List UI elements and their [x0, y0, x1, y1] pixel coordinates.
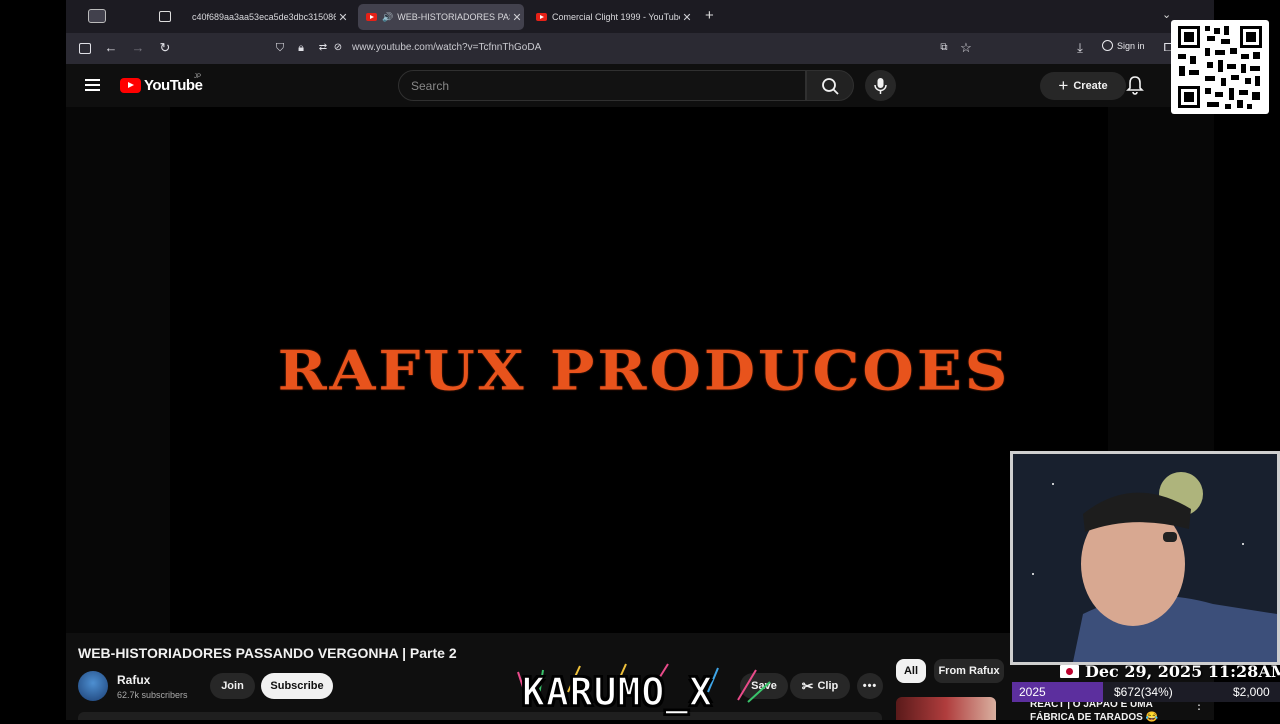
- recommended-thumbnail[interactable]: [896, 697, 996, 720]
- microphone-icon: [874, 78, 887, 94]
- stream-datetime: Dec 29, 2025 11:28AM: [1060, 662, 1280, 681]
- join-button[interactable]: Join: [210, 673, 255, 699]
- subscriber-count: 62.7k subscribers: [117, 690, 188, 700]
- chip-all[interactable]: All: [896, 659, 926, 683]
- tab-overview-icon[interactable]: [159, 11, 171, 22]
- karumo-banner-text: KARUMO_X: [521, 669, 714, 715]
- clip-label: Clip: [817, 680, 839, 692]
- search-icon: [822, 78, 839, 95]
- search-input[interactable]: [398, 70, 806, 101]
- tab-web-historiadores[interactable]: 🔊 WEB-HISTORIADORES PASSANDO ✕: [358, 4, 524, 30]
- sign-in-button[interactable]: Sign in: [1102, 40, 1145, 51]
- stream-datetime-text: Dec 29, 2025 11:28AM: [1085, 662, 1280, 681]
- picture-in-picture-icon[interactable]: ⧉: [936, 40, 952, 56]
- clip-button[interactable]: ✂ Clip: [790, 673, 850, 699]
- notifications-bell-icon[interactable]: [1126, 74, 1144, 96]
- donation-goal-year: 2025: [1019, 685, 1046, 699]
- qr-code: [1171, 20, 1269, 114]
- youtube-logo-icon[interactable]: [120, 78, 141, 93]
- youtube-favicon-icon: [366, 13, 377, 21]
- blocked-media-icon[interactable]: ⊘: [330, 40, 346, 56]
- tab-comercial-clight[interactable]: Comercial Clight 1999 - YouTube ✕: [528, 4, 694, 30]
- tab-close-icon[interactable]: ✕: [510, 11, 524, 24]
- shield-icon[interactable]: ⛉: [272, 40, 288, 56]
- forward-arrow-icon[interactable]: →: [130, 40, 146, 56]
- video-title-card: RAFUX PRODUCOES: [277, 338, 1011, 403]
- chip-from-rafux[interactable]: From Rafux: [934, 659, 1004, 683]
- create-button[interactable]: + Create: [1040, 72, 1126, 100]
- back-arrow-icon[interactable]: ←: [103, 40, 119, 56]
- youtube-favicon-icon: [536, 13, 547, 21]
- url-bar[interactable]: www.youtube.com/watch?v=TcfnnThGoDA: [352, 42, 541, 53]
- video-title: WEB-HISTORIADORES PASSANDO VERGONHA | Pa…: [78, 645, 457, 661]
- video-ambient-left: [66, 107, 170, 633]
- permissions-icon[interactable]: ⇄: [315, 40, 331, 56]
- tab-close-icon[interactable]: ✕: [336, 11, 350, 24]
- account-icon: [1102, 40, 1113, 51]
- channel-name[interactable]: Rafux: [117, 673, 150, 687]
- tab-web-historiadores-label: WEB-HISTORIADORES PASSANDO: [397, 12, 510, 22]
- webcam-feed: [1010, 451, 1280, 665]
- search-placeholder: Search: [411, 79, 450, 93]
- sidebar-toggle-icon[interactable]: [88, 9, 106, 23]
- download-icon[interactable]: ⤓: [1072, 40, 1088, 56]
- plus-icon: +: [1058, 76, 1069, 95]
- reload-icon[interactable]: ↻: [157, 40, 173, 56]
- new-tab-button[interactable]: +: [705, 7, 714, 24]
- donation-goal-current: $672(34%): [1114, 685, 1173, 699]
- subscribe-button[interactable]: Subscribe: [261, 673, 333, 699]
- sidebar-icon[interactable]: [77, 41, 93, 57]
- sign-in-label: Sign in: [1117, 40, 1145, 51]
- voice-search-button[interactable]: [865, 70, 896, 101]
- tab-comercial-clight-label: Comercial Clight 1999 - YouTube: [552, 12, 680, 22]
- bookmark-star-icon[interactable]: ☆: [958, 40, 974, 56]
- speaker-icon: 🔊: [382, 11, 394, 22]
- scissors-icon: ✂: [801, 677, 814, 694]
- tab-hash[interactable]: c40f689aa3aa53eca5de3dbc315086 ✕: [184, 4, 350, 30]
- more-actions-button[interactable]: •••: [857, 673, 883, 699]
- navigation-bar: [66, 33, 1214, 64]
- region-code: JP: [194, 74, 202, 80]
- hamburger-menu-icon[interactable]: [85, 79, 100, 91]
- tab-hash-label: c40f689aa3aa53eca5de3dbc315086: [192, 12, 336, 22]
- create-label: Create: [1073, 80, 1108, 92]
- tab-close-icon[interactable]: ✕: [680, 11, 694, 24]
- tab-list-chevron-icon[interactable]: ⌄: [1162, 8, 1171, 21]
- channel-avatar[interactable]: [78, 671, 108, 701]
- donation-goal-target: $2,000: [1233, 685, 1270, 699]
- search-button[interactable]: [806, 70, 854, 101]
- lock-icon[interactable]: 🔒︎: [293, 40, 309, 56]
